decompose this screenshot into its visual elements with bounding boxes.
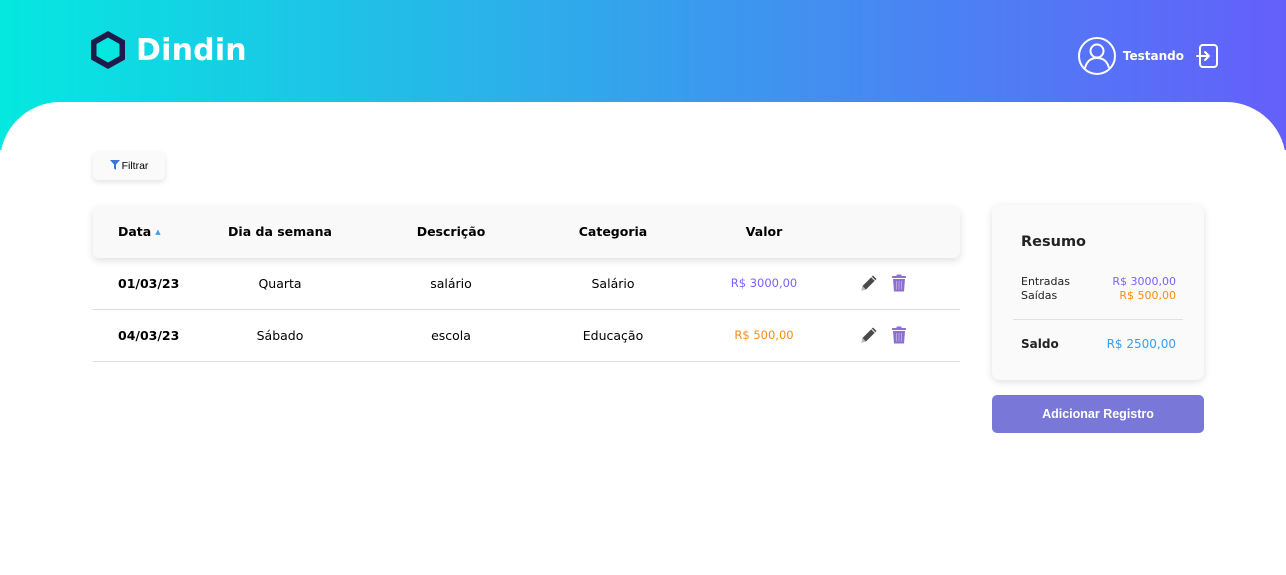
filter-button[interactable]: Filtrar xyxy=(93,152,165,180)
column-label-date: Data xyxy=(118,224,152,239)
user-name: Testando xyxy=(1122,49,1184,63)
row-date: 01/03/23 xyxy=(118,276,180,291)
funnel-icon xyxy=(109,159,120,170)
column-header-date[interactable]: Data ▲ xyxy=(118,206,161,258)
pencil-icon[interactable] xyxy=(860,326,878,344)
row-description: escola xyxy=(431,328,471,343)
row-value: R$ 3000,00 xyxy=(730,276,798,290)
row-category: Educação xyxy=(582,328,644,343)
app-name: Dindin xyxy=(136,32,247,68)
summary-saidas-label: Saídas xyxy=(1021,289,1058,302)
column-header-value[interactable]: Valor xyxy=(704,206,824,258)
table-row: 04/03/23 Sábado escola Educação R$ 500,0… xyxy=(93,310,960,362)
summary-entradas-label: Entradas xyxy=(1021,275,1070,288)
column-header-description[interactable]: Descrição xyxy=(391,206,511,258)
column-label-weekday: Dia da semana xyxy=(228,224,332,239)
app-logo: Dindin xyxy=(90,30,247,70)
table-header: Data ▲ Dia da semana Descrição Categoria … xyxy=(93,206,960,258)
pencil-icon[interactable] xyxy=(860,274,878,292)
column-label-description: Descrição xyxy=(416,224,486,239)
user-avatar-icon[interactable] xyxy=(1077,36,1117,76)
summary-saidas-value: R$ 500,00 xyxy=(1119,289,1176,302)
summary-divider xyxy=(1013,319,1183,320)
hexagon-logo-icon xyxy=(91,31,125,69)
row-category: Salário xyxy=(591,276,635,291)
summary-card: Resumo Entradas R$ 3000,00 Saídas R$ 500… xyxy=(992,205,1204,380)
logout-icon[interactable] xyxy=(1196,43,1220,69)
row-date: 04/03/23 xyxy=(118,328,180,343)
column-header-weekday[interactable]: Dia da semana xyxy=(220,206,340,258)
summary-title: Resumo xyxy=(1021,234,1087,250)
table-row: 01/03/23 Quarta salário Salário R$ 3000,… xyxy=(93,258,960,310)
add-record-button[interactable]: Adicionar Registro xyxy=(992,395,1204,433)
summary-saldo-value: R$ 2500,00 xyxy=(1106,337,1176,351)
column-label-category: Categoria xyxy=(578,224,648,239)
trash-icon[interactable] xyxy=(890,274,908,292)
sort-up-icon: ▲ xyxy=(155,228,161,236)
summary-saldo-label: Saldo xyxy=(1021,337,1059,351)
column-label-value: Valor xyxy=(745,224,783,239)
user-area: Testando xyxy=(1077,36,1220,76)
row-description: salário xyxy=(430,276,472,291)
row-weekday: Quarta xyxy=(258,276,302,291)
row-value: R$ 500,00 xyxy=(734,328,794,342)
row-weekday: Sábado xyxy=(256,328,304,343)
summary-entradas-value: R$ 3000,00 xyxy=(1112,275,1176,288)
filter-label: Filtrar xyxy=(121,160,149,172)
trash-icon[interactable] xyxy=(890,326,908,344)
column-header-category[interactable]: Categoria xyxy=(553,206,673,258)
